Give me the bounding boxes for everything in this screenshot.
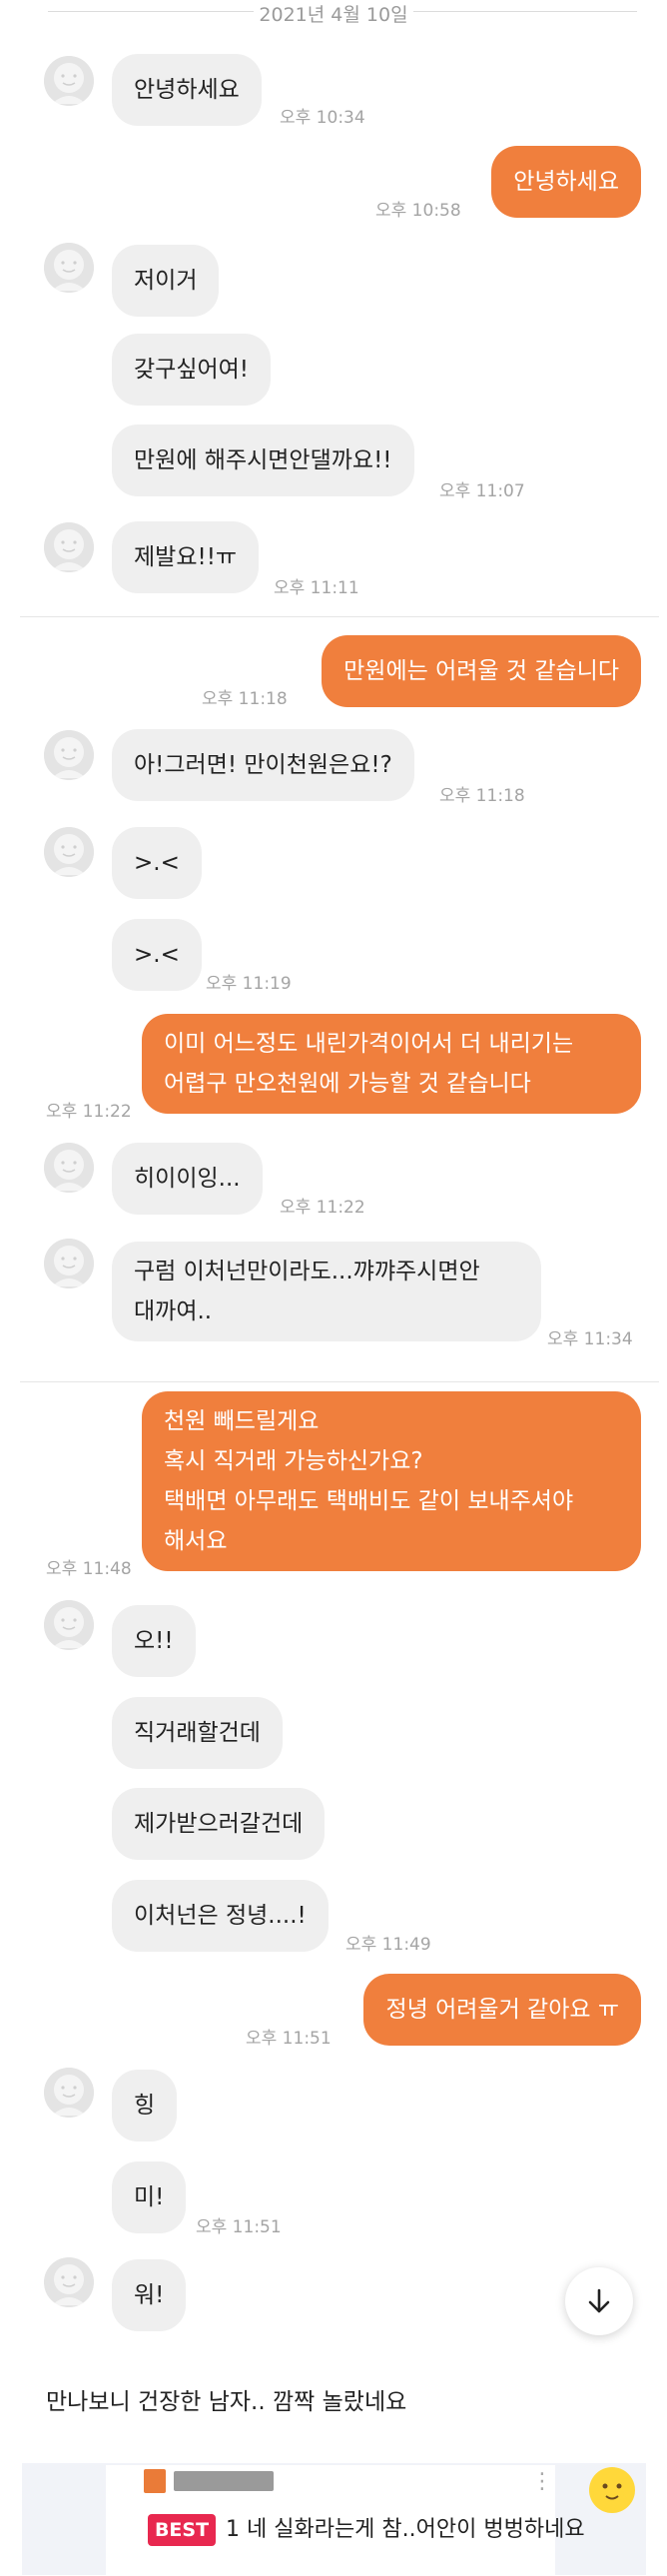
default-profile-icon xyxy=(44,1239,94,1288)
date-separator: 2021년 4월 10일 xyxy=(0,0,667,26)
sender-avatar[interactable] xyxy=(44,827,94,877)
default-profile-icon xyxy=(44,730,94,780)
incoming-message: 이처넌은 정녕....! xyxy=(112,1880,329,1952)
incoming-message: 만원에 해주시면안댈까요!! xyxy=(112,425,414,496)
incoming-message: >.< xyxy=(112,827,202,899)
default-profile-icon xyxy=(44,56,94,106)
message-line: 천원 빼드릴게요 xyxy=(164,1408,320,1434)
default-profile-icon xyxy=(44,827,94,877)
message-time: 오후 11:49 xyxy=(345,1935,431,1955)
blurred-profile xyxy=(144,2469,166,2493)
post-caption: 만나보니 건장한 남자.. 깜짝 놀랐네요 xyxy=(46,2389,407,2415)
message-line: 어렵구 만오천원에 가능할 것 같습니다 xyxy=(164,1071,531,1097)
message-time: 오후 10:58 xyxy=(375,201,461,221)
message-time: 오후 11:22 xyxy=(46,1102,132,1122)
outgoing-message: 이미 어느정도 내린가격이어서 더 내리기는 어렵구 만오천원에 가능할 것 같… xyxy=(142,1014,641,1114)
message-time: 오후 11:07 xyxy=(439,481,525,501)
message-time: 오후 11:51 xyxy=(196,2217,282,2237)
incoming-message: 워! xyxy=(112,2259,187,2331)
best-badge: BEST xyxy=(148,2514,216,2546)
outgoing-message: 안녕하세요 xyxy=(491,146,641,218)
message-line: 해서요 xyxy=(164,1528,228,1554)
default-profile-icon xyxy=(44,243,94,293)
message-time: 오후 11:51 xyxy=(246,2029,332,2049)
outgoing-message: 만원에는 어려울 것 같습니다 xyxy=(322,635,641,707)
sender-avatar[interactable] xyxy=(44,243,94,293)
incoming-message: 히이이잉... xyxy=(112,1143,263,1215)
incoming-message: 구럼 이처넌만이라도...꺄꺄주시면안 대까여.. xyxy=(112,1242,541,1341)
default-profile-icon xyxy=(44,1143,94,1193)
incoming-message: 힝 xyxy=(112,2070,178,2142)
sender-avatar[interactable] xyxy=(44,2068,94,2118)
incoming-message: 미! xyxy=(112,2161,187,2233)
message-time: 오후 11:22 xyxy=(280,1198,365,1218)
incoming-message: 오!! xyxy=(112,1605,196,1677)
sender-avatar[interactable] xyxy=(44,522,94,572)
default-profile-icon xyxy=(44,1600,94,1650)
incoming-message: 직거래할건데 xyxy=(112,1697,283,1769)
message-group-divider xyxy=(20,1381,659,1382)
message-group-divider xyxy=(20,616,659,617)
message-time: 오후 11:11 xyxy=(274,578,359,598)
sender-avatar[interactable] xyxy=(44,2257,94,2307)
sender-avatar[interactable] xyxy=(44,730,94,780)
scroll-to-bottom-button[interactable] xyxy=(565,2267,633,2335)
blurred-username xyxy=(174,2471,274,2491)
message-line: 택배면 아무래도 택배비도 같이 보내주셔야 xyxy=(164,1488,574,1514)
date-separator-text: 2021년 4월 10일 xyxy=(259,4,408,26)
message-time: 오후 11:34 xyxy=(547,1329,633,1349)
more-vertical-icon[interactable]: ⋮ xyxy=(531,2469,553,2494)
outgoing-message: 천원 빼드릴게요 혹시 직거래 가능하신가요? 택배면 아무래도 택배비도 같이… xyxy=(142,1391,641,1571)
incoming-message: 안녕하세요 xyxy=(112,54,262,126)
incoming-message: 제발요!!ㅠ xyxy=(112,521,260,593)
message-time: 오후 11:18 xyxy=(202,689,288,709)
message-time: 오후 11:48 xyxy=(46,1559,132,1579)
default-profile-icon xyxy=(44,2068,94,2118)
incoming-message: 제가받으러갈건데 xyxy=(112,1788,326,1860)
message-line: 혹시 직거래 가능하신가요? xyxy=(164,1448,423,1474)
incoming-message: 저이거 xyxy=(112,245,220,317)
message-line: 이미 어느정도 내린가격이어서 더 내리기는 xyxy=(164,1031,574,1057)
outgoing-message: 정녕 어려울거 같아요 ㅠ xyxy=(363,1974,641,2046)
incoming-message: 아!그러면! 만이천원은요!? xyxy=(112,729,414,801)
default-profile-icon xyxy=(44,2257,94,2307)
message-time: 오후 11:19 xyxy=(206,974,292,994)
message-line: 구럼 이처넌만이라도...꺄꺄주시면안 xyxy=(134,1259,480,1285)
best-post-title[interactable]: 1 네 실화라는게 참..어안이 벙벙하네요 xyxy=(226,2514,585,2546)
default-profile-icon xyxy=(44,522,94,572)
sender-avatar[interactable] xyxy=(44,1600,94,1650)
message-line: 대까여.. xyxy=(134,1298,213,1324)
incoming-message: 갖구싶어여! xyxy=(112,334,272,406)
sender-avatar[interactable] xyxy=(44,56,94,106)
incoming-message: >.< xyxy=(112,919,202,991)
message-time: 오후 11:18 xyxy=(439,786,525,806)
sender-avatar[interactable] xyxy=(44,1143,94,1193)
emoji-face-icon xyxy=(589,2467,635,2513)
message-time: 오후 10:34 xyxy=(280,108,365,128)
sender-avatar[interactable] xyxy=(44,1239,94,1288)
arrow-down-icon xyxy=(588,2288,610,2313)
